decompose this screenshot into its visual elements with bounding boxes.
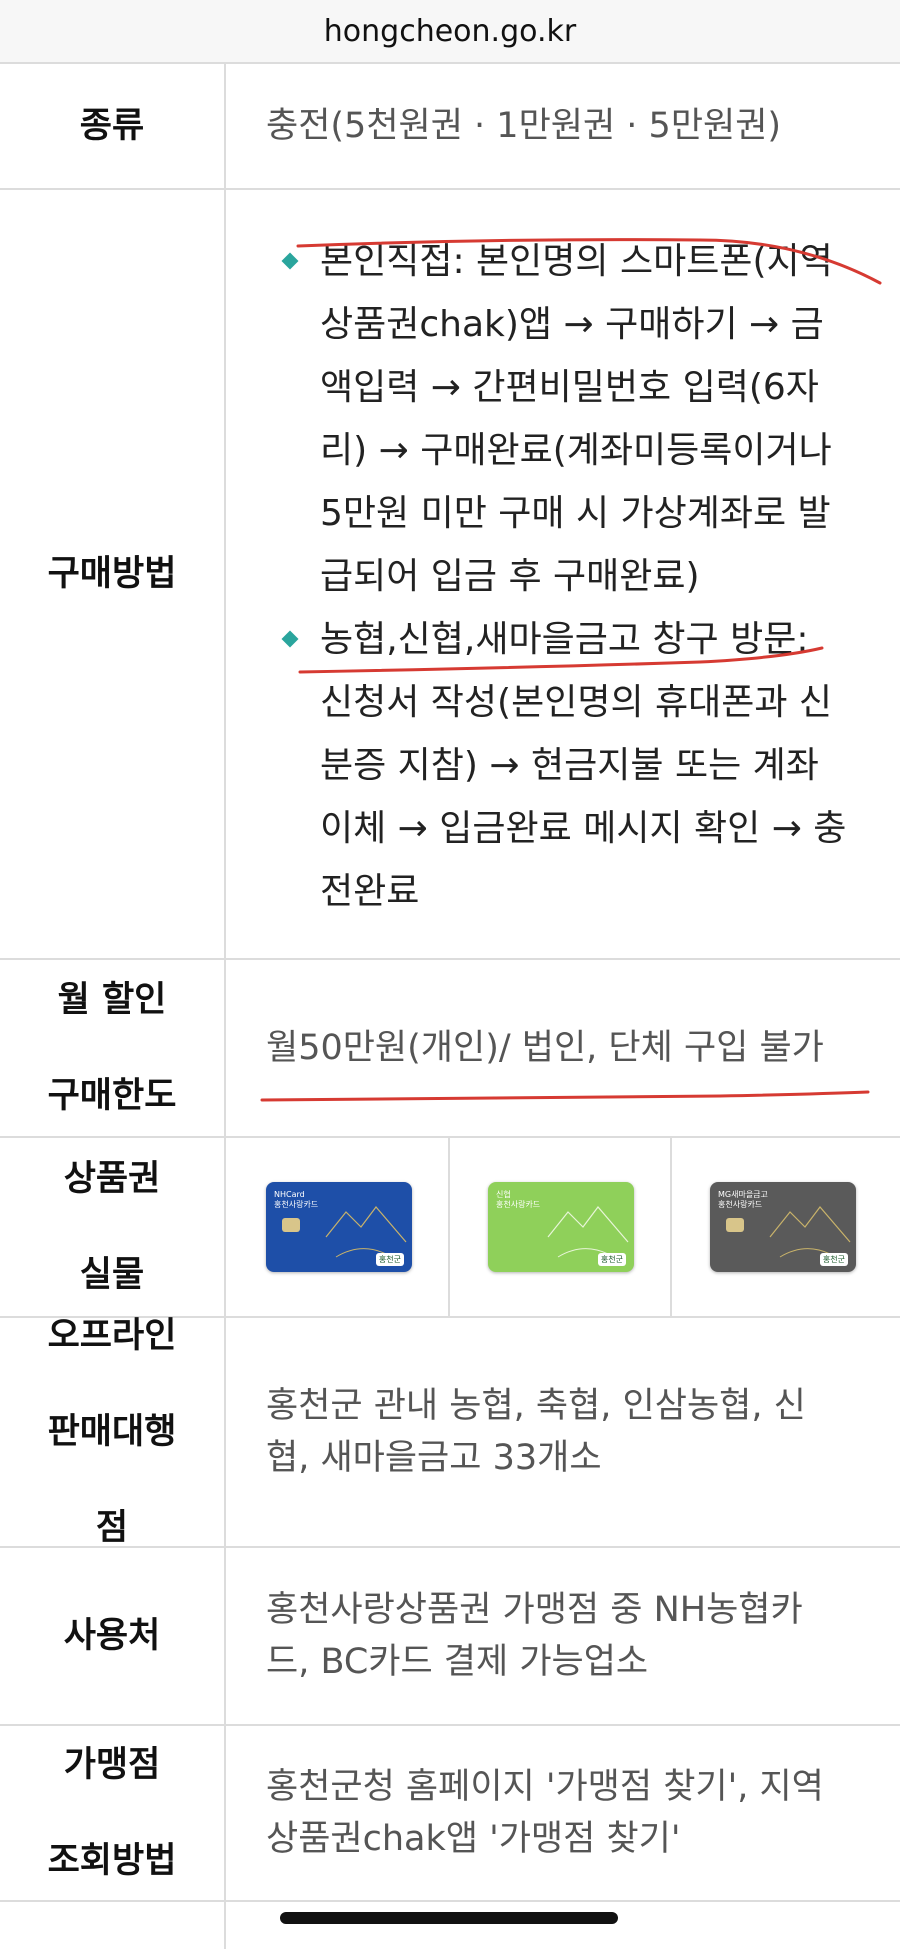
card-brand-text: 신협: [496, 1190, 511, 1199]
limit-value-text: 월50만원(개인)/ 법인, 단체 구입 불가: [266, 1028, 824, 1068]
cards-label-line: 상품권: [63, 1159, 161, 1199]
usage-value-line: 홍천사랑상품권 가맹점 중 NH농협카: [266, 1590, 803, 1630]
card-brand-text: NHCard: [274, 1190, 305, 1199]
method-line: 전완료: [320, 871, 420, 912]
method-line: 본인직접: 본인명의 스마트폰(지역: [320, 241, 833, 282]
card-logo: 홍천군: [597, 1253, 626, 1266]
chip-icon: [282, 1218, 300, 1232]
card-title-text: 홍천사랑카드: [496, 1200, 541, 1209]
offline-label-line: 판매대행: [47, 1412, 177, 1452]
usage-value-line: 드, BC카드 결제 가능업소: [266, 1642, 649, 1682]
kind-value-text: 충전(5천원권 · 1만원권 · 5만원권): [266, 106, 782, 146]
offline-label-line: 오프라인: [47, 1316, 177, 1356]
method-list: 본인직접: 본인명의 스마트폰(지역 상품권chak)앱 → 구매하기 → 금 …: [280, 230, 870, 923]
method-line: 액입력 → 간편비밀번호 입력(6자: [320, 367, 819, 408]
row-method: 구매방법 본인직접: 본인명의 스마트폰(지역 상품권chak)앱 → 구매하기…: [0, 190, 900, 960]
diamond-bullet-icon: [281, 630, 299, 648]
method-label: 구매방법: [0, 190, 226, 958]
method-line: 농협,신협,새마을금고 창구 방문:: [320, 619, 809, 660]
usage-value: 홍천사랑상품권 가맹점 중 NH농협카 드, BC카드 결제 가능업소: [226, 1548, 900, 1724]
lookup-label-line: 조회방법: [47, 1841, 177, 1881]
chip-icon: [726, 1218, 744, 1232]
browser-url-bar[interactable]: hongcheon.go.kr: [0, 0, 900, 64]
method-item-self: 본인직접: 본인명의 스마트폰(지역 상품권chak)앱 → 구매하기 → 금 …: [280, 230, 870, 608]
lookup-value: 홍천군청 홈페이지 '가맹점 찾기', 지역 상품권chak앱 '가맹점 찾기': [226, 1726, 900, 1900]
method-line: 분증 지참) → 현금지불 또는 계좌: [320, 745, 819, 786]
card-title-text: 홍천사랑카드: [274, 1200, 319, 1209]
card-cell-2: 신협 홍천사랑카드 홍천군: [450, 1138, 672, 1316]
card-brand: 신협 홍천사랑카드: [496, 1190, 540, 1210]
card-brand: MG새마을금고 홍천사랑카드: [718, 1190, 768, 1210]
diamond-bullet-icon: [281, 252, 299, 270]
home-indicator[interactable]: [280, 1912, 618, 1924]
card-cell-3: MG새마을금고 홍천사랑카드 홍천군: [672, 1138, 900, 1316]
method-line: 리) → 구매완료(계좌미등록이거나: [320, 430, 832, 471]
lookup-label: 가맹점 조회방법: [0, 1726, 226, 1900]
method-line: 이체 → 입금완료 메시지 확인 → 충: [320, 808, 847, 849]
method-line: 급되어 입금 후 구매완료): [320, 556, 700, 597]
card-logo: 홍천군: [819, 1253, 848, 1266]
offline-label-line: 점: [95, 1508, 129, 1548]
row-next-partial: [0, 1902, 900, 1949]
card-green-icon: 신협 홍천사랑카드 홍천군: [488, 1182, 634, 1272]
offline-value-line: 홍천군 관내 농협, 축협, 인삼농협, 신: [266, 1386, 806, 1426]
card-blue-icon: NHCard 홍천사랑카드 홍천군: [266, 1182, 412, 1272]
offline-value: 홍천군 관내 농협, 축협, 인삼농협, 신 협, 새마을금고 33개소: [226, 1318, 900, 1546]
method-line: 신청서 작성(본인명의 휴대폰과 신: [320, 682, 833, 723]
row-offline: 오프라인 판매대행 점 홍천군 관내 농협, 축협, 인삼농협, 신 협, 새마…: [0, 1316, 900, 1548]
lookup-value-line: 홍천군청 홈페이지 '가맹점 찾기', 지역: [266, 1767, 824, 1807]
lookup-label-line: 가맹점: [63, 1745, 161, 1785]
method-item-bank: 농협,신협,새마을금고 창구 방문: 신청서 작성(본인명의 휴대폰과 신 분증…: [280, 608, 870, 923]
card-gray-icon: MG새마을금고 홍천사랑카드 홍천군: [710, 1182, 856, 1272]
card-cell-1: NHCard 홍천사랑카드 홍천군: [226, 1138, 450, 1316]
method-line: 5만원 미만 구매 시 가상계좌로 발: [320, 493, 831, 534]
offline-label: 오프라인 판매대행 점: [0, 1316, 226, 1548]
row-lookup: 가맹점 조회방법 홍천군청 홈페이지 '가맹점 찾기', 지역 상품권chak앱…: [0, 1726, 900, 1902]
next-row-label-cell: [0, 1902, 226, 1949]
kind-label: 종류: [0, 64, 226, 188]
row-kind: 종류 충전(5천원권 · 1만원권 · 5만원권): [0, 64, 900, 190]
card-brand-text: MG새마을금고: [718, 1190, 768, 1199]
url-text: hongcheon.go.kr: [323, 13, 577, 49]
card-brand: NHCard 홍천사랑카드: [274, 1190, 318, 1210]
card-logo: 홍천군: [375, 1253, 404, 1266]
kind-value: 충전(5천원권 · 1만원권 · 5만원권): [226, 64, 900, 188]
lookup-value-line: 상품권chak앱 '가맹점 찾기': [266, 1819, 681, 1859]
offline-value-line: 협, 새마을금고 33개소: [266, 1438, 602, 1478]
method-line: 상품권chak)앱 → 구매하기 → 금: [320, 304, 824, 345]
card-title-text: 홍천사랑카드: [718, 1200, 763, 1209]
limit-label-line: 월 할인: [57, 980, 167, 1020]
limit-value: 월50만원(개인)/ 법인, 단체 구입 불가: [226, 960, 900, 1136]
